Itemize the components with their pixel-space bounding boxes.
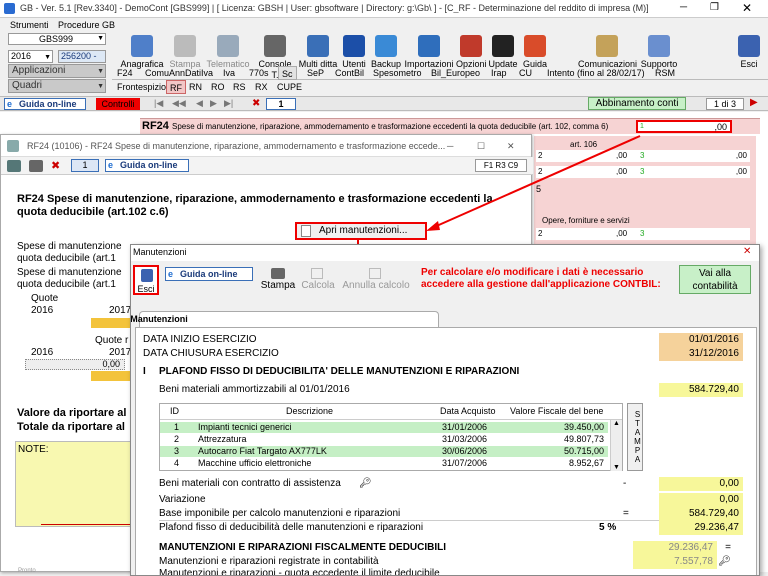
plafond-field[interactable]: 29.236,47 (659, 521, 743, 535)
table-row[interactable]: 3 Autocarro Fiat Targato AX777LK 30/06/2… (160, 446, 608, 457)
inizio-field[interactable]: 01/01/2016 (659, 333, 743, 347)
arrow-line-1 (431, 135, 641, 229)
status-bar: Pronto (18, 568, 36, 574)
ie-icon: e (168, 269, 174, 279)
dialog-guida-button[interactable]: e Guida on-line (165, 267, 253, 281)
base-field[interactable]: 584.729,40 (659, 507, 743, 521)
variazione-row: Variazione 0,00 (159, 493, 743, 507)
dialog-title-bar: Manutenzioni ✕ (131, 245, 759, 261)
vai-alla-contabilita-button[interactable]: Vai alla contabilità (679, 265, 751, 294)
stampa-vertical-button[interactable]: STAMPA (627, 403, 643, 471)
beni-table: ID Descrizione Data Acquisto Valore Fisc… (159, 403, 623, 471)
dialog-stampa-button[interactable]: Stampa (259, 267, 297, 293)
arrow-head-1 (426, 221, 440, 231)
contbil-warning: Per calcolare e/o modificare i dati è ne… (421, 267, 661, 290)
chiusura-field[interactable]: 31/12/2016 (659, 347, 743, 361)
contratto-row: Beni materiali con contratto di assisten… (159, 477, 743, 491)
calculate-icon (311, 268, 323, 279)
dialog-exit-button[interactable]: Esci (133, 265, 159, 295)
printer-icon (271, 268, 285, 279)
dialog-annulla-button[interactable]: Annulla calcolo (339, 267, 413, 293)
table-row[interactable]: 4 Macchine ufficio elettroniche 31/07/20… (160, 458, 608, 469)
table-row[interactable]: 2 Attrezzatura 31/03/2006 49.807,73 (160, 434, 608, 445)
scroll-down-icon[interactable]: ▼ (613, 464, 620, 471)
chiusura-row: DATA CHIUSURA ESERCIZIO 31/12/2016 (143, 347, 743, 361)
base-row: Base imponibile per calcolo manutenzioni… (159, 507, 743, 521)
plafond-row: Plafond fisso di deducibilità delle manu… (159, 521, 743, 535)
section-1: I PLAFOND FISSO DI DEDUCIBILITA' DELLE M… (143, 366, 520, 377)
beni-row: Beni materiali ammortizzabili al 01/01/2… (159, 383, 743, 397)
exit-icon (141, 269, 153, 282)
eccedente-row: Manutenzioni e riparazioni - quota ecced… (159, 568, 440, 576)
table-header: ID Descrizione Data Acquisto Valore Fisc… (160, 404, 622, 420)
manutenzioni-dialog: Manutenzioni ✕ Esci e Guida on-line Stam… (130, 244, 760, 576)
table-scrollbar[interactable]: ▲ ▼ (610, 420, 622, 471)
dialog-title: Manutenzioni (133, 247, 187, 257)
dialog-calcola-button[interactable]: Calcola (299, 267, 337, 293)
deducibili-field[interactable]: 29.236,47 (633, 541, 717, 555)
beni-field[interactable]: 584.729,40 (659, 383, 743, 397)
section-2: MANUTENZIONI E RIPARAZIONI FISCALMENTE D… (159, 541, 731, 555)
cancel-calc-icon (369, 268, 381, 279)
scroll-up-icon[interactable]: ▲ (613, 420, 620, 427)
table-row[interactable]: 1 Impianti tecnici generici 31/01/2006 3… (160, 422, 608, 433)
key-icon[interactable]: 🔑︎ (359, 477, 372, 491)
tab-manutenzioni[interactable]: Manutenzioni (131, 311, 439, 327)
dialog-close-button[interactable]: ✕ (743, 246, 751, 257)
inizio-row: DATA INIZIO ESERCIZIO 01/01/2016 (143, 333, 743, 347)
variazione-field[interactable]: 0,00 (659, 493, 743, 507)
contratto-field[interactable]: 0,00 (659, 477, 743, 491)
